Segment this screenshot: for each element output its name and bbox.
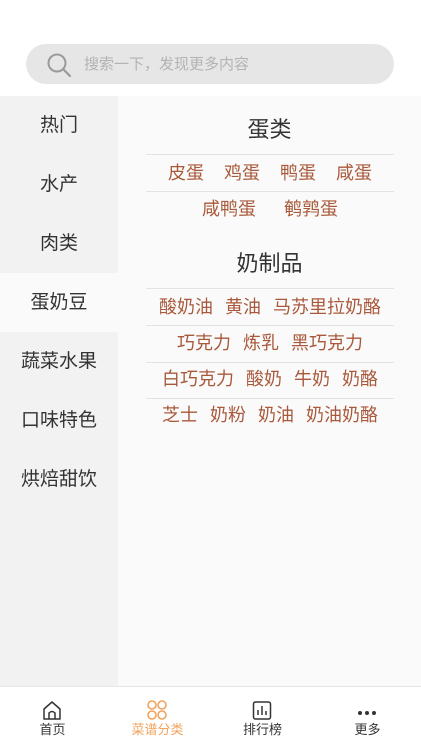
ingredient-tag[interactable]: 牛奶 (294, 362, 330, 398)
ingredient-tag[interactable]: 奶粉 (210, 398, 246, 434)
ingredient-tag[interactable]: 咸鸭蛋 (202, 192, 256, 228)
sidebar-item-flavor[interactable]: 口味特色 (0, 391, 118, 450)
ingredient-tag[interactable]: 马苏里拉奶酪 (273, 290, 381, 326)
sidebar-item-label: 水产 (39, 173, 78, 195)
tag-row: 巧克力 炼乳 黑巧克力 (146, 326, 394, 362)
sidebar-item-label: 蔬菜水果 (20, 350, 97, 372)
sidebar-item-hot[interactable]: 热门 (0, 96, 118, 155)
ingredient-tag[interactable]: 巧克力 (177, 326, 231, 362)
search-icon (47, 53, 72, 78)
tab-more[interactable]: 更多 (315, 687, 420, 750)
sidebar-item-meat[interactable]: 肉类 (0, 214, 118, 273)
ingredient-tag[interactable]: 黄油 (225, 290, 261, 326)
ingredient-tag[interactable]: 酸奶油 (159, 290, 213, 326)
ingredient-tag[interactable]: 白巧克力 (162, 362, 234, 398)
sidebar-item-baking-drinks[interactable]: 烘焙甜饮 (0, 450, 118, 509)
ingredient-tag[interactable]: 黑巧克力 (291, 326, 363, 362)
sidebar-item-label: 蛋奶豆 (30, 291, 88, 313)
tag-row: 芝士 奶粉 奶油 奶油奶酪 (146, 398, 394, 434)
bottom-tab-bar: 首页 菜谱分类 排行榜 更多 (0, 686, 421, 750)
ingredient-tag[interactable]: 鹌鹑蛋 (284, 192, 338, 228)
ingredient-tag[interactable]: 奶油 (258, 398, 294, 434)
search-header: 搜索一下，发现更多内容 (0, 0, 421, 96)
search-input[interactable]: 搜索一下，发现更多内容 (26, 44, 394, 84)
tab-categories[interactable]: 菜谱分类 (105, 687, 210, 750)
sidebar-item-vegetables-fruits[interactable]: 蔬菜水果 (0, 332, 118, 391)
home-icon (43, 701, 61, 720)
sidebar-item-egg-dairy-bean[interactable]: 蛋奶豆 (0, 273, 118, 332)
section-title-dairy: 奶制品 (236, 252, 303, 277)
sidebar-item-seafood[interactable]: 水产 (0, 155, 118, 214)
sidebar-item-label: 热门 (39, 114, 78, 136)
sidebar-item-label: 肉类 (39, 232, 78, 254)
ingredient-tag[interactable]: 鸭蛋 (280, 156, 316, 192)
category-icon (147, 700, 167, 720)
tab-label: 排行榜 (242, 723, 282, 738)
tag-row: 皮蛋 鸡蛋 鸭蛋 咸蛋 (146, 156, 394, 192)
more-icon (358, 711, 376, 715)
divider (146, 154, 394, 155)
tab-label: 菜谱分类 (131, 723, 184, 738)
sidebar-item-label: 口味特色 (20, 409, 97, 431)
tab-label: 更多 (354, 723, 381, 738)
sidebar-item-label: 烘焙甜饮 (20, 468, 97, 490)
ingredient-tag[interactable]: 芝士 (162, 398, 198, 434)
category-sidebar: 热门 水产 肉类 蛋奶豆 蔬菜水果 口味特色 烘焙甜饮 (0, 96, 118, 686)
ingredient-tag[interactable]: 奶酪 (342, 362, 378, 398)
divider (146, 288, 394, 289)
tag-row: 酸奶油 黄油 马苏里拉奶酪 (146, 290, 394, 326)
ingredient-tag[interactable]: 酸奶 (246, 362, 282, 398)
ranking-icon (252, 701, 272, 720)
tab-label: 首页 (39, 723, 66, 738)
ingredient-tag[interactable]: 炼乳 (243, 326, 279, 362)
tag-row: 咸鸭蛋 鹌鹑蛋 (146, 192, 394, 228)
ingredient-panel: 蛋类 皮蛋 鸡蛋 鸭蛋 咸蛋 咸鸭蛋 鹌鹑蛋 奶制品 酸奶油 黄油 马苏里拉奶酪… (118, 96, 421, 686)
tag-row: 白巧克力 酸奶 牛奶 奶酪 (146, 362, 394, 398)
section-title-eggs: 蛋类 (247, 118, 292, 143)
ingredient-tag[interactable]: 皮蛋 (168, 156, 204, 192)
ingredient-tag[interactable]: 奶油奶酪 (306, 398, 378, 434)
ingredient-tag[interactable]: 鸡蛋 (224, 156, 260, 192)
tab-home[interactable]: 首页 (0, 687, 105, 750)
tab-ranking[interactable]: 排行榜 (210, 687, 315, 750)
ingredient-tag[interactable]: 咸蛋 (336, 156, 372, 192)
search-placeholder: 搜索一下，发现更多内容 (84, 55, 250, 73)
